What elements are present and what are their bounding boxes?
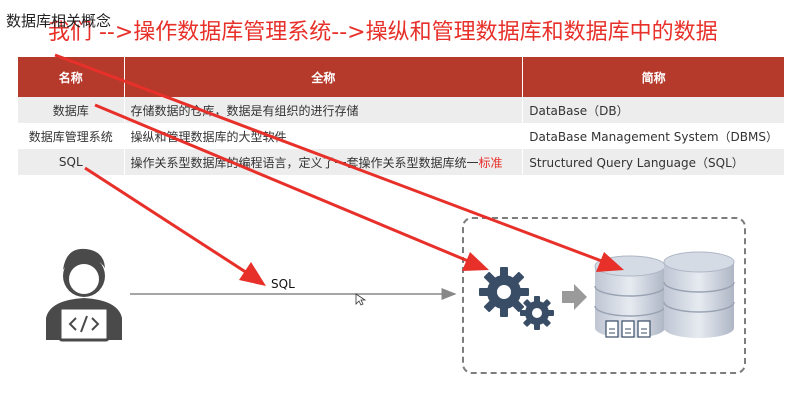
cell-full: 操纵和管理数据库的大型软件 [124,123,524,149]
table-row: 数据库管理系统 操纵和管理数据库的大型软件 DataBase Managemen… [18,123,785,149]
section-title: 数据库相关概念 [6,12,112,30]
header-short: 简称 [522,57,785,97]
concept-table: 名称 全称 简称 数据库 存储数据的仓库，数据是有组织的进行存储 DataBas… [18,57,785,175]
sql-label: SQL [271,277,295,291]
cell-full: 存储数据的仓库，数据是有组织的进行存储 [124,97,524,123]
cell-short: Structured Query Language（SQL） [522,149,785,175]
developer-icon [46,248,122,342]
cell-full-text: 操纵和管理数据库的大型软件 [130,129,287,144]
cell-full-text: 操作关系型数据库的编程语言，定义了一套操作关系型数据库统一 [130,155,479,170]
cell-full: 操作关系型数据库的编程语言，定义了一套操作关系型数据库统一标准 [124,149,524,175]
header-name: 名称 [18,57,125,97]
red-arrow-sql [84,166,259,282]
server-box [462,217,746,374]
cell-full-text: 存储数据的仓库，数据是有组织的进行存储 [130,103,359,118]
cell-full-highlight: 标准 [478,155,503,170]
headline: 我们 -->操作数据库管理系统-->操纵和管理数据库和数据库中的数据 [48,20,718,45]
cell-short: DataBase（DB） [522,97,785,123]
cell-name: 数据库 [18,97,125,123]
mouse-cursor-icon [355,293,367,306]
cell-name: SQL [18,149,125,175]
table-row: 数据库 存储数据的仓库，数据是有组织的进行存储 DataBase（DB） [18,97,785,123]
table-header-row: 名称 全称 简称 [18,57,785,97]
cell-short: DataBase Management System（DBMS） [522,123,785,149]
table-row: SQL 操作关系型数据库的编程语言，定义了一套操作关系型数据库统一标准 Stru… [18,149,785,175]
header-full: 全称 [124,57,524,97]
cell-name: 数据库管理系统 [18,123,125,149]
